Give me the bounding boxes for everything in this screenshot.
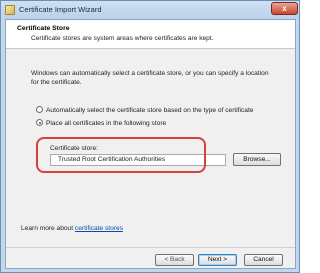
window-title: Certificate Import Wizard xyxy=(19,5,102,14)
cancel-button[interactable]: Cancel xyxy=(244,254,283,266)
radio-place-in-store[interactable]: Place all certificates in the following … xyxy=(36,119,166,127)
highlight-annotation xyxy=(36,137,206,173)
radio-label: Place all certificates in the following … xyxy=(46,120,167,127)
wizard-content: Certificate Store Certificate stores are… xyxy=(5,19,296,269)
wizard-header: Certificate Store Certificate stores are… xyxy=(6,20,295,49)
page-subtitle: Certificate stores are system areas wher… xyxy=(31,35,214,42)
radio-button-selected[interactable] xyxy=(36,119,43,126)
learn-more-prefix: Learn more about xyxy=(21,225,74,232)
learn-more: Learn more about certificate stores xyxy=(21,225,123,232)
browse-button[interactable]: Browse... xyxy=(233,153,281,166)
next-button[interactable]: Next > xyxy=(198,254,237,266)
back-button[interactable]: < Back xyxy=(155,254,194,266)
radio-auto-select[interactable]: Automatically select the certificate sto… xyxy=(36,106,253,114)
certificate-stores-link[interactable]: certificate stores xyxy=(75,225,123,232)
close-button[interactable]: x xyxy=(271,2,298,15)
certificate-icon xyxy=(5,5,15,15)
wizard-window: Certificate Import Wizard x Certificate … xyxy=(0,0,300,273)
intro-text: Windows can automatically select a certi… xyxy=(31,70,269,86)
radio-label: Automatically select the certificate sto… xyxy=(46,107,254,114)
wizard-footer: < Back Next > Cancel xyxy=(6,247,295,269)
page-title: Certificate Store xyxy=(17,25,70,32)
radio-button[interactable] xyxy=(36,106,43,113)
title-bar[interactable]: Certificate Import Wizard x xyxy=(1,1,299,19)
